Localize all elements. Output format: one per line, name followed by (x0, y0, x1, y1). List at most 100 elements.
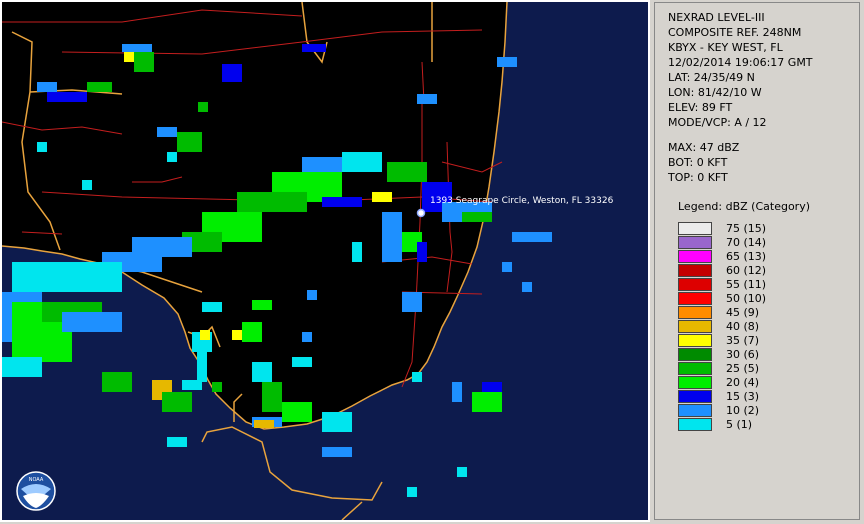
reflectivity-cell (497, 57, 517, 67)
reflectivity-cell (12, 262, 122, 292)
product-name: NEXRAD LEVEL-III (668, 11, 765, 24)
reflectivity-cell (162, 392, 192, 412)
location-label: 1393 Seagrape Circle, Weston, FL 33326 (430, 196, 614, 206)
reflectivity-cell (87, 82, 112, 92)
noaa-logo-text: NOAA (29, 477, 44, 483)
legend-row: 60 (12) (678, 263, 766, 277)
legend-label: 15 (3) (726, 389, 760, 403)
reflectivity-cell (124, 52, 134, 62)
legend-swatch (678, 389, 712, 403)
legend-title: Legend: dBZ (Category) (678, 200, 810, 213)
product-type: COMPOSITE REF. 248NM (668, 26, 802, 39)
legend: 75 (15) 70 (14) 65 (13) 60 (12) 55 (11) 50 (1… (678, 221, 766, 431)
legend-label: 20 (4) (726, 375, 760, 389)
legend-swatch (678, 361, 712, 375)
location-marker[interactable] (416, 208, 426, 218)
legend-swatch (678, 333, 712, 347)
reflectivity-cell (457, 467, 467, 477)
reflectivity-cell (512, 232, 552, 242)
reflectivity-cell (342, 152, 382, 172)
legend-label: 30 (6) (726, 347, 760, 361)
reflectivity-cell (2, 357, 42, 377)
legend-label: 45 (9) (726, 305, 760, 319)
reflectivity-cell (122, 44, 152, 52)
info-panel: NEXRAD LEVEL-III COMPOSITE REF. 248NM KB… (654, 2, 860, 520)
legend-row: 35 (7) (678, 333, 766, 347)
reflectivity-cell (302, 332, 312, 342)
legend-row: 5 (1) (678, 417, 766, 431)
legend-row: 40 (8) (678, 319, 766, 333)
legend-row: 10 (2) (678, 403, 766, 417)
legend-label: 35 (7) (726, 333, 760, 347)
reflectivity-cell (407, 487, 417, 497)
noaa-logo: NOAA (16, 471, 56, 511)
reflectivity-cell (62, 312, 122, 332)
reflectivity-cell (382, 212, 402, 262)
reflectivity-cell (37, 142, 47, 152)
legend-label: 40 (8) (726, 319, 760, 333)
bottom-height: BOT: 0 KFT (668, 156, 728, 169)
legend-label: 75 (15) (726, 221, 767, 235)
legend-swatch (678, 249, 712, 263)
reflectivity-cell (522, 282, 532, 292)
reflectivity-cell (262, 382, 282, 412)
reflectivity-cell (307, 290, 317, 300)
reflectivity-cell (292, 357, 312, 367)
legend-row: 20 (4) (678, 375, 766, 389)
legend-row: 30 (6) (678, 347, 766, 361)
reflectivity-cell (200, 330, 210, 340)
legend-row: 45 (9) (678, 305, 766, 319)
reflectivity-cell (252, 362, 272, 382)
reflectivity-cell (242, 322, 262, 342)
reflectivity-cell (197, 352, 207, 382)
legend-swatch (678, 319, 712, 333)
reflectivity-cell (102, 372, 132, 392)
legend-label: 65 (13) (726, 249, 767, 263)
reflectivity-cell (502, 262, 512, 272)
reflectivity-cell (177, 132, 202, 152)
reflectivity-cell (302, 44, 326, 52)
legend-row: 65 (13) (678, 249, 766, 263)
scan-datetime: 12/02/2014 19:06:17 GMT (668, 56, 813, 69)
reflectivity-cell (322, 412, 352, 432)
reflectivity-cell (452, 382, 462, 402)
legend-label: 25 (5) (726, 361, 760, 375)
mode-vcp: MODE/VCP: A / 12 (668, 116, 767, 129)
reflectivity-cell (252, 300, 272, 310)
reflectivity-cell (322, 197, 362, 207)
legend-row: 70 (14) (678, 235, 766, 249)
station-name: KBYX - KEY WEST, FL (668, 41, 783, 54)
legend-swatch (678, 235, 712, 249)
legend-row: 25 (5) (678, 361, 766, 375)
reflectivity-cell (417, 242, 427, 262)
reflectivity-cell (237, 192, 307, 212)
reflectivity-cell (182, 380, 202, 390)
reflectivity-cell (167, 437, 187, 447)
reflectivity-cell (417, 94, 437, 104)
legend-swatch (678, 305, 712, 319)
legend-label: 10 (2) (726, 403, 760, 417)
legend-swatch (678, 221, 712, 235)
reflectivity-cell (167, 152, 177, 162)
reflectivity-cell (47, 92, 87, 102)
station-info: NEXRAD LEVEL-III COMPOSITE REF. 248NM KB… (655, 3, 859, 185)
station-lon: LON: 81/42/10 W (668, 86, 762, 99)
legend-row: 75 (15) (678, 221, 766, 235)
reflectivity-cell (254, 420, 274, 428)
reflectivity-cell (282, 402, 312, 422)
station-lat: LAT: 24/35/49 N (668, 71, 755, 84)
reflectivity-cell (212, 382, 222, 392)
max-dbz: MAX: 47 dBZ (668, 141, 740, 154)
legend-row: 15 (3) (678, 389, 766, 403)
legend-label: 60 (12) (726, 263, 767, 277)
station-elev: ELEV: 89 FT (668, 101, 733, 114)
radar-map[interactable]: 1393 Seagrape Circle, Weston, FL 33326 N… (0, 0, 650, 522)
legend-label: 55 (11) (726, 277, 767, 291)
reflectivity-cell (352, 242, 362, 262)
reflectivity-cell (157, 127, 177, 137)
legend-swatch (678, 347, 712, 361)
legend-swatch (678, 417, 712, 431)
reflectivity-cell (322, 447, 352, 457)
reflectivity-cell (134, 52, 154, 72)
reflectivity-cell (462, 212, 492, 222)
